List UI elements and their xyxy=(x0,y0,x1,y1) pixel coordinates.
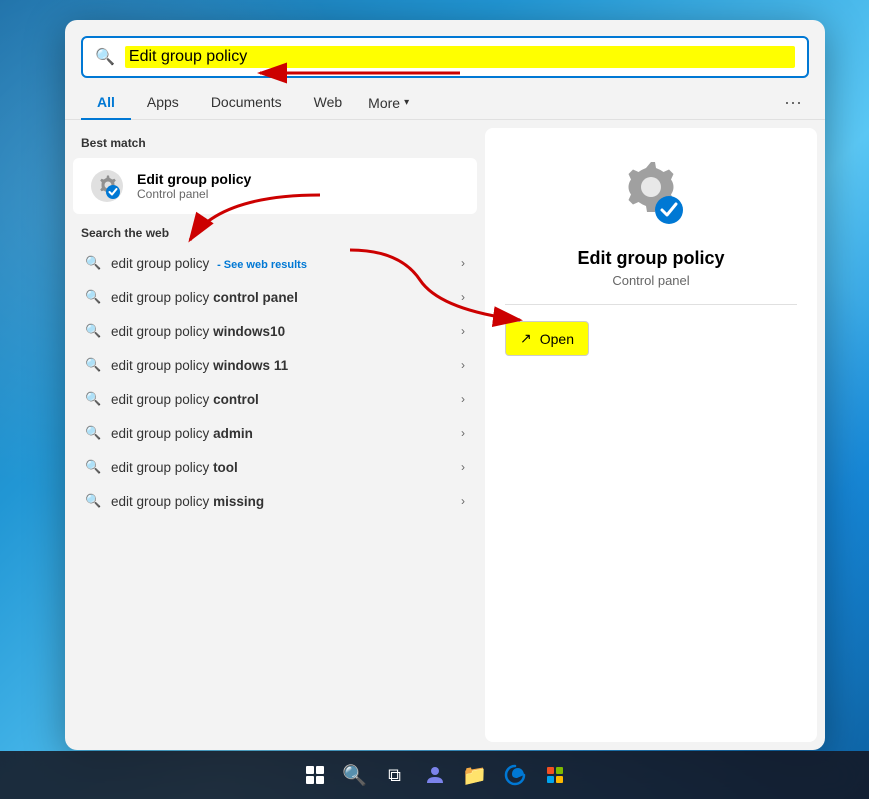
tab-documents[interactable]: Documents xyxy=(195,86,298,120)
open-button[interactable]: ↗ Open xyxy=(505,321,589,356)
open-button-label: Open xyxy=(540,331,574,347)
tab-apps[interactable]: Apps xyxy=(131,86,195,120)
search-bar[interactable]: 🔍 Edit group policy xyxy=(81,36,809,78)
best-match-item[interactable]: Edit group policy Control panel xyxy=(73,158,477,214)
search-web-label: Search the web xyxy=(65,214,485,246)
right-panel-content: Edit group policy Control panel ↗ Open xyxy=(485,128,817,376)
left-panel: Best match Edi xyxy=(65,120,485,750)
result-text: edit group policy tool xyxy=(111,460,451,475)
tabs-more-options[interactable]: ··· xyxy=(777,87,809,119)
task-view-taskbar-icon[interactable]: ⧉ xyxy=(379,759,411,791)
tabs-row: All Apps Documents Web More ▾ ··· xyxy=(65,78,825,120)
result-text: edit group policy admin xyxy=(111,426,451,441)
web-search-icon: 🔍 xyxy=(85,459,101,475)
right-panel-title: Edit group policy xyxy=(578,248,725,269)
list-item[interactable]: 🔍 edit group policy missing › xyxy=(69,484,481,518)
open-icon: ↗ xyxy=(520,330,532,347)
result-text: edit group policy - See web results xyxy=(111,256,451,271)
web-search-icon: 🔍 xyxy=(85,323,101,339)
edge-taskbar-icon[interactable] xyxy=(499,759,531,791)
content-area: Best match Edi xyxy=(65,120,825,750)
store-taskbar-icon[interactable] xyxy=(539,759,571,791)
result-text: edit group policy windows10 xyxy=(111,324,451,339)
best-match-label: Best match xyxy=(65,132,485,158)
chevron-right-icon: › xyxy=(461,494,465,508)
result-text: edit group policy control panel xyxy=(111,290,451,305)
list-item[interactable]: 🔍 edit group policy windows10 › xyxy=(69,314,481,348)
web-search-icon: 🔍 xyxy=(85,357,101,373)
result-text: edit group policy windows 11 xyxy=(111,358,451,373)
best-match-text: Edit group policy Control panel xyxy=(137,171,461,201)
best-match-icon xyxy=(89,168,125,204)
chevron-right-icon: › xyxy=(461,290,465,304)
list-item[interactable]: 🔍 edit group policy admin › xyxy=(69,416,481,450)
chevron-right-icon: › xyxy=(461,460,465,474)
list-item[interactable]: 🔍 edit group policy tool › xyxy=(69,450,481,484)
search-taskbar-icon[interactable]: 🔍 xyxy=(339,759,371,791)
web-search-icon: 🔍 xyxy=(85,289,101,305)
chevron-right-icon: › xyxy=(461,256,465,270)
best-match-title: Edit group policy xyxy=(137,171,461,187)
chevron-right-icon: › xyxy=(461,426,465,440)
tab-more[interactable]: More ▾ xyxy=(358,89,419,117)
teams-taskbar-icon[interactable] xyxy=(419,759,451,791)
web-search-icon: 🔍 xyxy=(85,425,101,441)
search-panel: 🔍 Edit group policy All Apps Documents W… xyxy=(65,20,825,750)
best-match-subtitle: Control panel xyxy=(137,187,461,201)
list-item[interactable]: 🔍 edit group policy - See web results › xyxy=(69,246,481,280)
list-item[interactable]: 🔍 edit group policy control › xyxy=(69,382,481,416)
list-item[interactable]: 🔍 edit group policy control panel › xyxy=(69,280,481,314)
search-icon: 🔍 xyxy=(95,47,115,67)
web-search-icon: 🔍 xyxy=(85,255,101,271)
file-explorer-taskbar-icon[interactable]: 📁 xyxy=(459,759,491,791)
tab-all[interactable]: All xyxy=(81,86,131,120)
app-icon-large xyxy=(611,152,691,232)
tab-web[interactable]: Web xyxy=(298,86,359,120)
chevron-right-icon: › xyxy=(461,358,465,372)
right-panel-subtitle: Control panel xyxy=(612,273,689,288)
web-search-icon: 🔍 xyxy=(85,391,101,407)
right-panel-divider xyxy=(505,304,797,305)
taskbar: 🔍 ⧉ 📁 xyxy=(0,751,869,799)
result-text: edit group policy control xyxy=(111,392,451,407)
search-bar-container: 🔍 Edit group policy xyxy=(65,20,825,78)
web-search-icon: 🔍 xyxy=(85,493,101,509)
search-input[interactable]: Edit group policy xyxy=(125,46,795,68)
list-item[interactable]: 🔍 edit group policy windows 11 › xyxy=(69,348,481,382)
right-panel: Edit group policy Control panel ↗ Open xyxy=(485,128,817,742)
result-text: edit group policy missing xyxy=(111,494,451,509)
chevron-right-icon: › xyxy=(461,324,465,338)
chevron-right-icon: › xyxy=(461,392,465,406)
start-icon[interactable] xyxy=(299,759,331,791)
